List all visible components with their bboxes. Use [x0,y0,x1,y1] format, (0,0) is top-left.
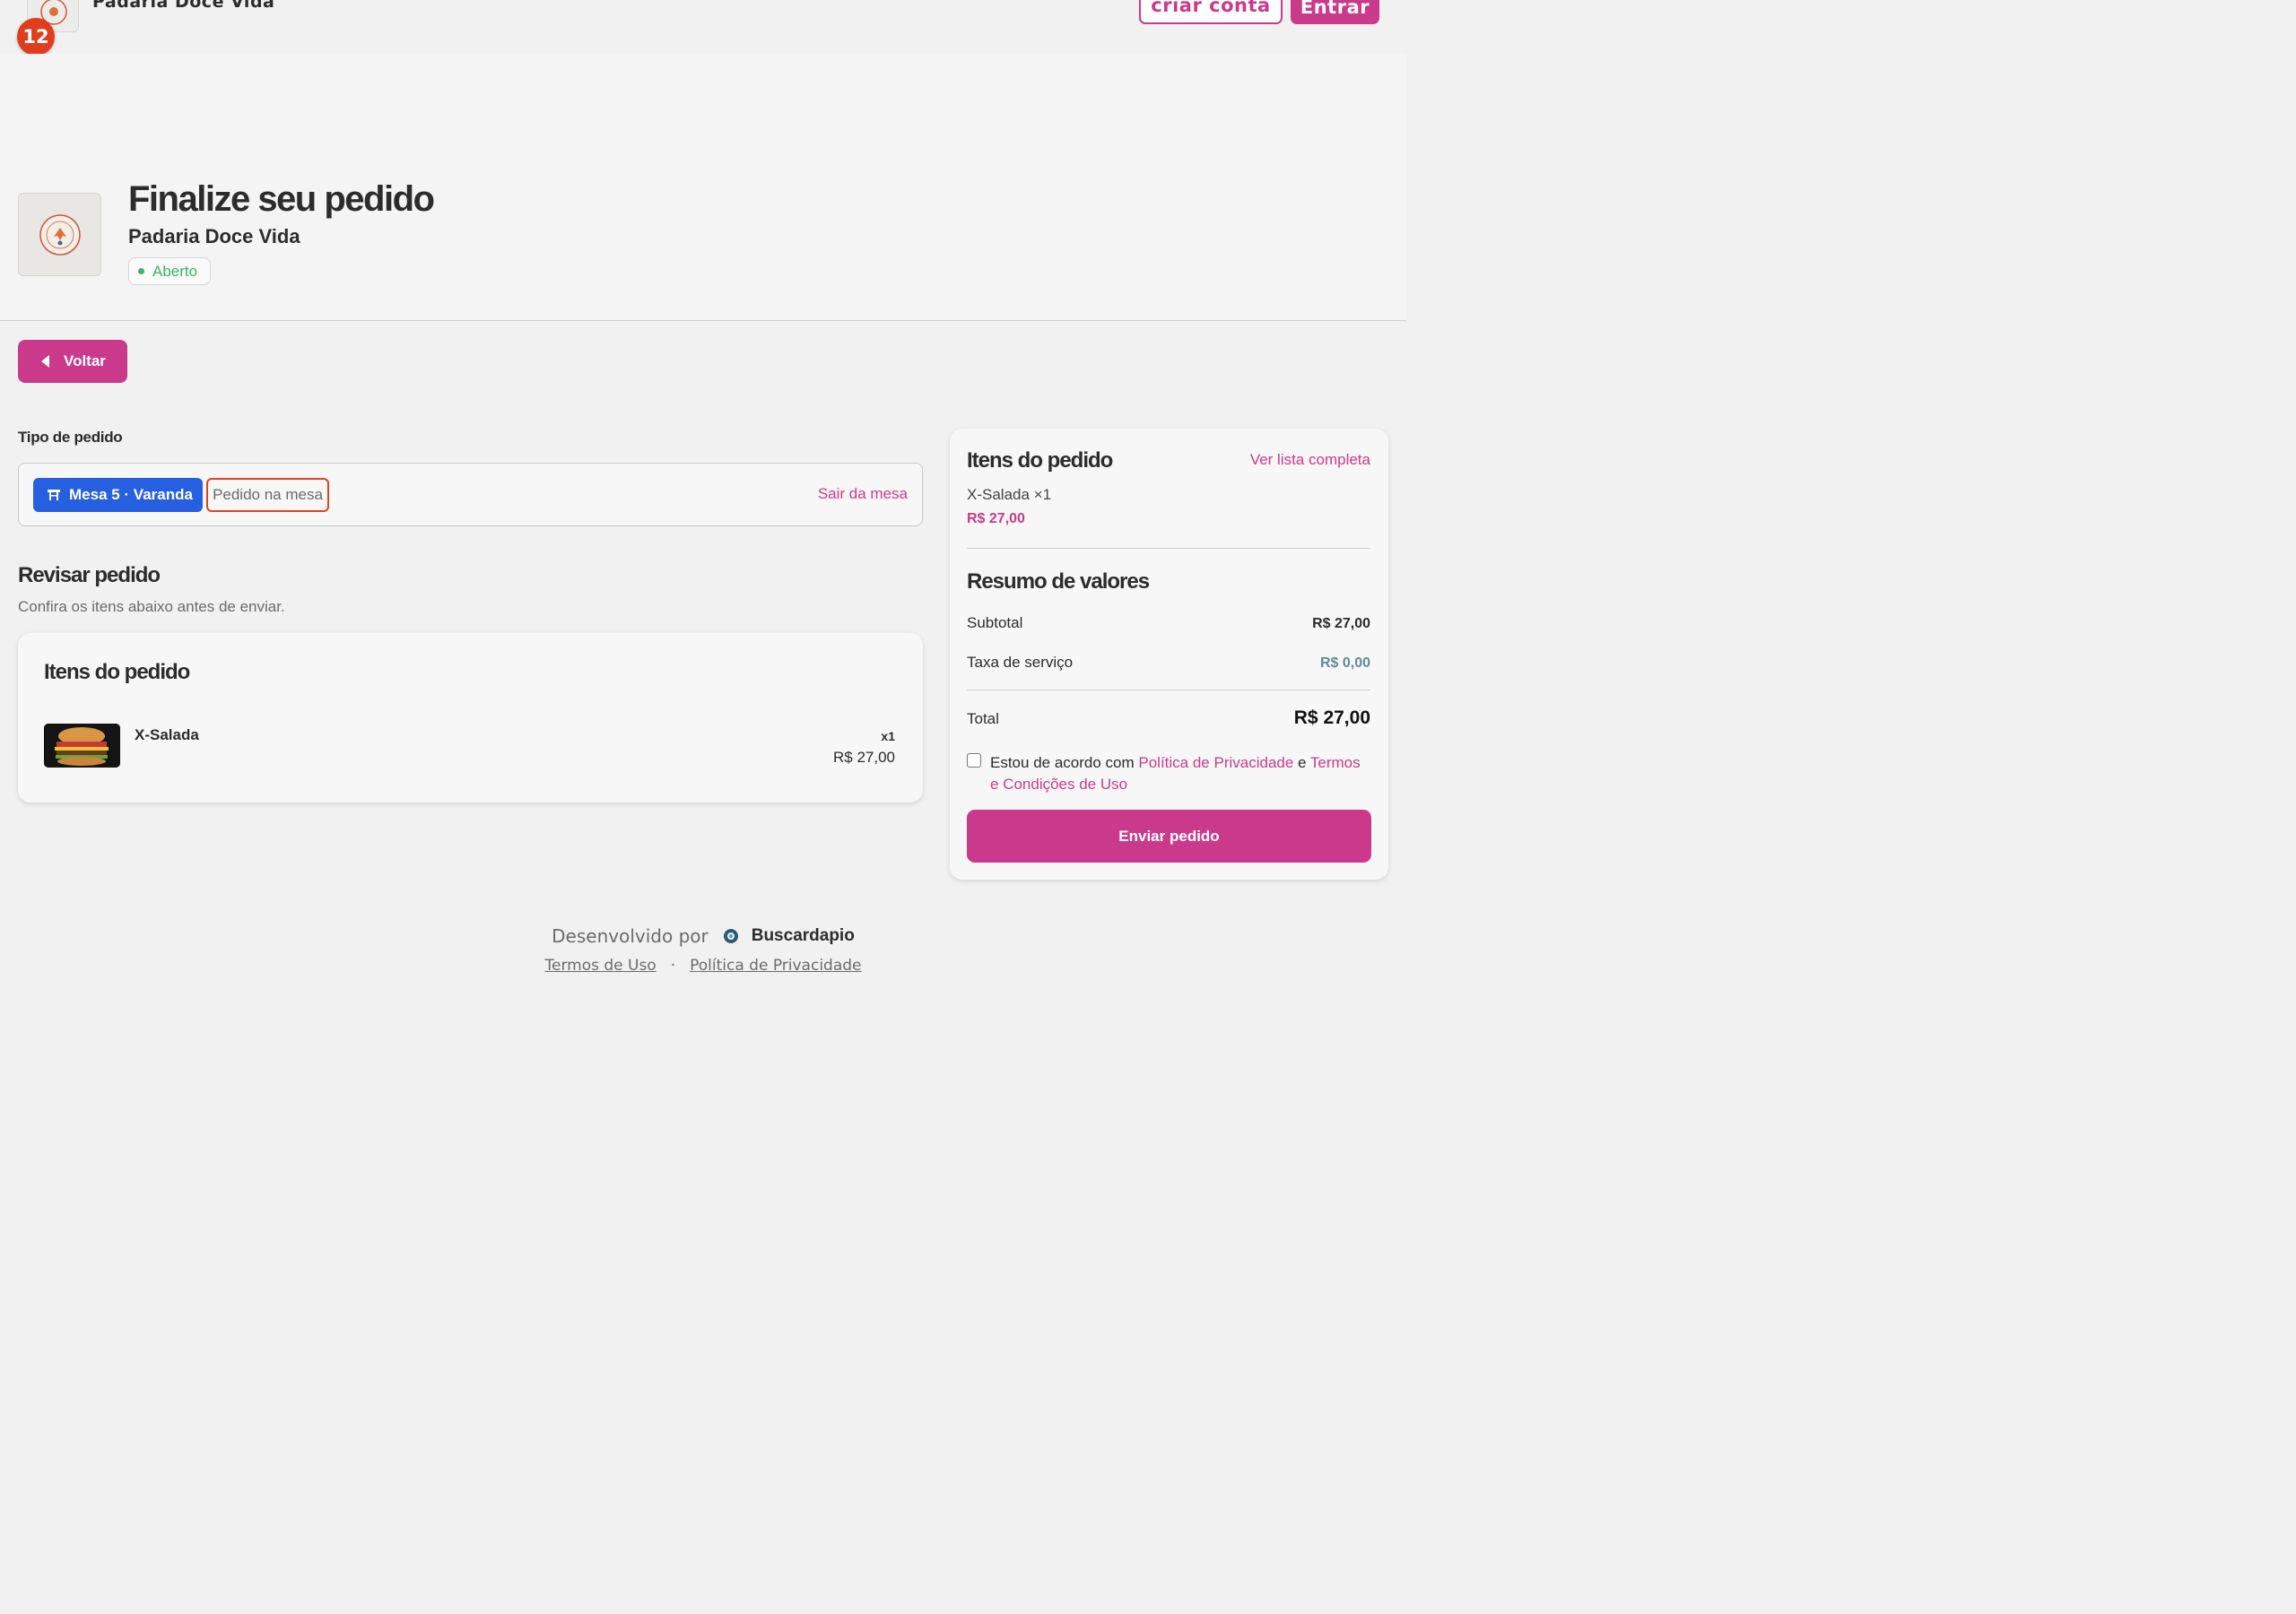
privacy-policy-link[interactable]: Política de Privacidade [1138,754,1293,771]
agree-conjunction: e [1293,754,1310,771]
item-quantity: x1 [881,729,895,743]
table-icon [48,490,60,500]
login-button[interactable]: Entrar [1291,0,1379,24]
terms-agreement-text: Estou de acordo com Política de Privacid… [990,752,1370,795]
review-subtitle: Confira os itens abaixo antes de enviar. [18,598,285,615]
page: Padaria Doce Vida 12 criar conta Entrar … [0,0,1406,989]
item-price: R$ 27,00 [833,749,895,766]
order-type-box: Mesa 5 · Varanda Pedido na mesa Sair da … [18,463,923,526]
page-title: Finalize seu pedido [128,179,435,219]
buscardapio-brand[interactable]: Buscardapio [723,926,855,946]
subtotal-value: R$ 27,00 [1312,616,1370,631]
values-summary-title: Resumo de valores [967,569,1150,594]
store-emblem-icon [39,213,81,256]
summary-item-line: X-Salada ×1 [967,486,1052,503]
total-value: R$ 27,00 [1293,707,1370,728]
hero-section: Finalize seu pedido Padaria Doce Vida Ab… [0,54,1406,321]
service-fee-value: R$ 0,00 [1319,655,1370,671]
back-button-label: Voltar [64,352,106,369]
submit-order-button[interactable]: Enviar pedido [967,810,1371,863]
summary-items-title: Itens do pedido [967,448,1113,473]
summary-item-price: R$ 27,00 [967,511,1025,526]
total-label: Total [967,710,999,727]
store-logo-large [18,193,101,276]
footer-privacy-link[interactable]: Política de Privacidade [690,957,861,975]
order-type-value[interactable]: Pedido na mesa [206,478,329,512]
leave-table-link[interactable]: Sair da mesa [818,485,908,503]
service-fee-label: Taxa de serviço [967,654,1074,671]
divider [967,548,1370,549]
items-card-title: Itens do pedido [44,660,190,684]
order-summary-card: Itens do pedido Ver lista completa X-Sal… [950,429,1388,880]
status-dot-icon [138,268,144,274]
order-type-label: Tipo de pedido [18,429,123,446]
review-title: Revisar pedido [18,563,161,587]
order-items-card: Itens do pedido X-Salada x1 R$ 27,00 [18,633,923,803]
developed-by-text: Desenvolvido por [552,925,709,947]
burger-icon [44,724,120,768]
agree-prefix: Estou de acordo com [990,754,1139,771]
caret-left-icon [41,355,49,368]
table-chip-label: Mesa 5 · Varanda [69,486,193,503]
store-name: Padaria Doce Vida [128,225,300,247]
item-name: X-Salada [135,726,199,743]
back-button[interactable]: Voltar [18,340,127,383]
notification-badge[interactable]: 12 [17,18,55,56]
create-account-button[interactable]: criar conta [1139,0,1283,24]
footer-separator: · [670,957,676,975]
footer-terms-link[interactable]: Termos de Uso [544,957,656,975]
buscardapio-brand-label: Buscardapio [751,926,855,945]
footer-developed-by: Desenvolvido por Buscardapio [0,925,1406,947]
subtotal-label: Subtotal [967,614,1023,631]
buscardapio-logo-icon [723,929,738,943]
status-text: Aberto [152,262,198,280]
see-full-list-link[interactable]: Ver lista completa [1250,451,1370,469]
footer-links: Termos de Uso · Política de Privacidade [0,957,1406,975]
table-chip[interactable]: Mesa 5 · Varanda [33,478,203,512]
top-header: Padaria Doce Vida 12 criar conta Entrar [0,0,1406,56]
item-image [44,724,120,768]
brand-name[interactable]: Padaria Doce Vida [92,0,274,12]
terms-checkbox[interactable] [967,753,981,768]
status-badge: Aberto [128,257,211,285]
